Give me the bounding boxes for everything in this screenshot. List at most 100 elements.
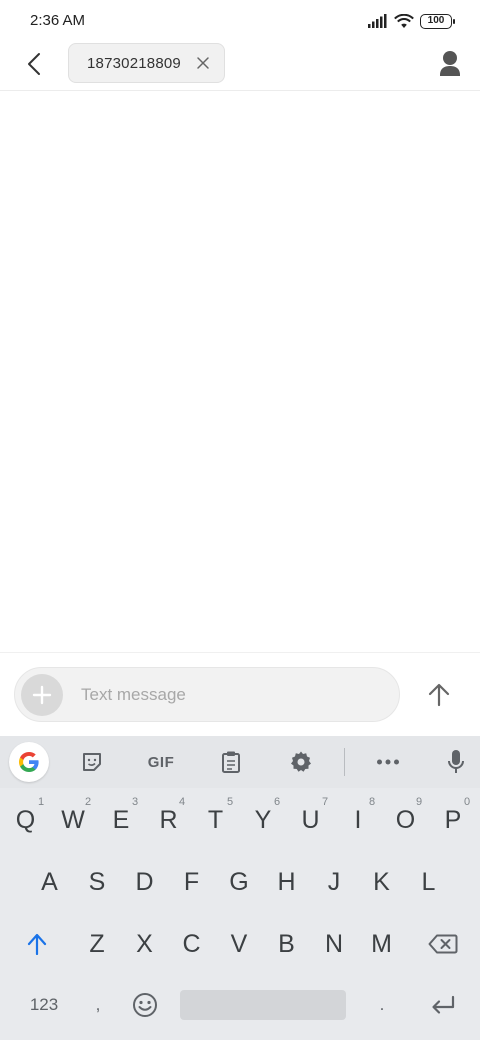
google-icon (19, 752, 39, 772)
key-label: I (354, 805, 362, 834)
clipboard-button[interactable] (212, 744, 250, 780)
key-label: P (444, 805, 462, 834)
contact-button[interactable] (436, 48, 464, 80)
key-label: U (301, 805, 320, 834)
mic-icon (448, 750, 464, 773)
settings-button[interactable] (282, 744, 320, 780)
key-m[interactable]: M (358, 916, 405, 972)
key-label: C (182, 929, 201, 958)
key-b[interactable]: B (263, 916, 310, 972)
key-h[interactable]: H (263, 854, 310, 910)
key-hint: 1 (38, 796, 45, 808)
gear-icon (291, 751, 311, 772)
key-hint: 5 (227, 796, 234, 808)
emoji-key[interactable] (122, 978, 168, 1032)
battery-level: 100 (427, 14, 445, 26)
key-label: . (379, 995, 385, 1014)
clipboard-icon (222, 751, 240, 773)
backspace-key[interactable] (410, 916, 476, 972)
send-button[interactable] (420, 677, 458, 713)
conversation-header: 18730218809 (0, 40, 480, 91)
message-composer: Text message (0, 652, 480, 736)
key-label: , (95, 995, 101, 1014)
period-key[interactable]: . (368, 978, 396, 1032)
status-time: 2:36 AM (30, 12, 86, 29)
contact-icon (440, 51, 460, 76)
more-icon (377, 759, 399, 765)
send-arrow-icon (428, 683, 450, 707)
key-j[interactable]: J (310, 854, 358, 910)
key-d[interactable]: D (121, 854, 168, 910)
voice-input-button[interactable] (437, 744, 475, 780)
shift-key[interactable] (4, 916, 70, 972)
key-hint: 0 (464, 796, 471, 808)
wifi-icon (394, 13, 414, 28)
signal-icon (368, 14, 387, 28)
key-s[interactable]: S (73, 854, 121, 910)
key-label: O (395, 805, 416, 834)
key-label: R (159, 805, 178, 834)
key-l[interactable]: L (405, 854, 452, 910)
key-a[interactable]: A (26, 854, 73, 910)
key-k[interactable]: K (358, 854, 405, 910)
gif-button[interactable]: GIF (140, 744, 182, 780)
backspace-icon (428, 934, 458, 954)
key-hint: 7 (322, 796, 329, 808)
recipient-number: 18730218809 (87, 54, 181, 72)
key-label: V (230, 929, 248, 958)
key-label: Y (254, 805, 272, 834)
sticker-button[interactable] (73, 744, 111, 780)
shift-arrow-icon (27, 933, 47, 955)
status-bar: 2:36 AM 100 (0, 0, 480, 40)
space-bar[interactable] (180, 990, 346, 1020)
keyboard-toolbar: GIF (0, 736, 480, 788)
key-label: M (371, 929, 392, 958)
message-input[interactable]: Text message (81, 685, 186, 705)
key-f[interactable]: F (168, 854, 215, 910)
key-label: F (183, 867, 200, 896)
emoji-icon (133, 993, 157, 1017)
battery-icon: 100 (420, 13, 455, 29)
key-label: J (327, 867, 341, 896)
key-x[interactable]: X (121, 916, 168, 972)
key-hint: 4 (179, 796, 186, 808)
plus-icon (32, 685, 52, 705)
key-label: H (277, 867, 296, 896)
key-g[interactable]: G (215, 854, 263, 910)
comma-key[interactable]: , (84, 978, 112, 1032)
more-button[interactable] (369, 744, 407, 780)
symbols-key[interactable]: 123 (4, 978, 84, 1032)
key-v[interactable]: V (215, 916, 263, 972)
key-hint: 6 (274, 796, 281, 808)
key-label: N (324, 929, 344, 958)
back-arrow-icon (28, 53, 40, 75)
key-n[interactable]: N (310, 916, 358, 972)
message-field[interactable]: Text message (14, 667, 400, 722)
key-label: A (41, 867, 58, 896)
key-hint: 2 (85, 796, 92, 808)
back-button[interactable] (18, 48, 50, 80)
key-label: L (421, 867, 436, 896)
key-label: Q (15, 805, 36, 834)
recipient-chip[interactable]: 18730218809 (68, 43, 225, 83)
enter-key[interactable] (410, 978, 476, 1032)
key-label: X (136, 929, 153, 958)
key-label: T (207, 805, 224, 834)
key-label: 123 (29, 995, 59, 1014)
key-label: S (88, 867, 106, 896)
attach-button[interactable] (21, 674, 63, 716)
key-label: Z (89, 929, 105, 958)
key-hint: 3 (132, 796, 139, 808)
gif-label: GIF (147, 753, 175, 771)
key-label: W (61, 805, 85, 834)
key-label: K (373, 867, 390, 896)
close-icon[interactable] (196, 56, 210, 70)
sticker-icon (83, 753, 101, 771)
key-hint: 8 (369, 796, 376, 808)
key-z[interactable]: Z (73, 916, 121, 972)
google-button[interactable] (9, 742, 49, 782)
key-label: D (135, 867, 154, 896)
key-label: E (112, 805, 130, 834)
key-c[interactable]: C (168, 916, 215, 972)
key-label: B (278, 929, 295, 958)
